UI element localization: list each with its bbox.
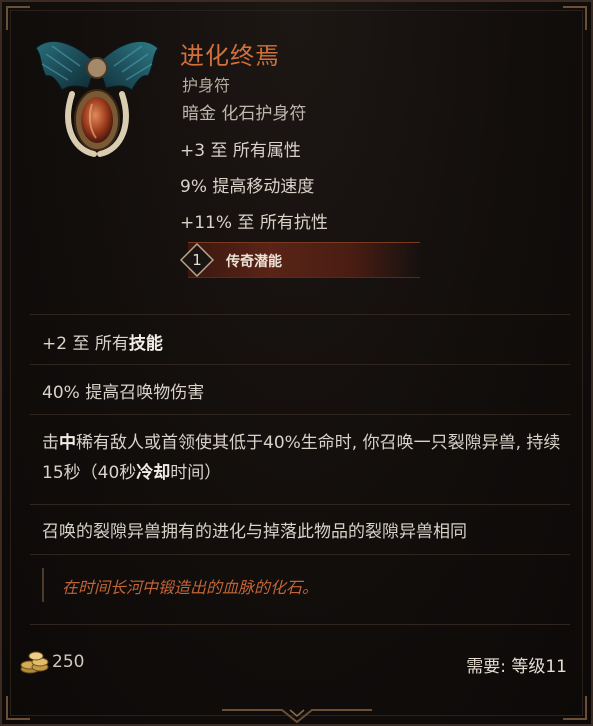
affix-summon-damage: 40% 提高召唤物伤害 [42,383,205,403]
footer-divider [30,624,570,625]
affix-divider [30,554,570,555]
flavor-text: 在时间长河中锻造出的血脉的化石。 [62,578,319,597]
winged-amulet-icon [35,40,159,157]
flavor-text-rule [42,568,44,602]
implicit-stat-attributes: +3 至 所有属性 [180,141,301,161]
implicit-stat-move-speed: 9% 提高移动速度 [180,177,315,197]
gold-value: 250 [52,652,85,672]
affix-divider [30,504,570,505]
affix-proc-keyword-cooldown: 冷却 [136,463,171,483]
frame-corner-top-left [6,6,30,30]
item-rarity: 暗金 化石护身符 [182,104,307,124]
legendary-potential-count: 1 [192,251,202,269]
item-name: 进化终焉 [180,42,280,70]
gold-coins-icon [20,651,49,674]
item-type: 护身符 [182,76,231,95]
affix-summon-proc: 击中稀有敌人或首领使其低于40%生命时, 你召唤一只裂隙异兽, 持续15秒（40… [42,428,562,488]
frame-corner-bottom-right [563,696,587,720]
affix-skills-prefix: +2 至 所有 [42,334,129,354]
frame-corner-top-right [563,6,587,30]
affix-divider [30,364,570,365]
affix-skills-keyword: 技能 [128,334,163,354]
affix-proc-keyword-hit: 中 [59,433,76,453]
affix-skills: +2 至 所有技能 [42,329,163,359]
bottom-frame-ornament [221,709,372,724]
affix-proc-text-c: 稀有敌人或首领使其低于40%生命时, 你召唤一只裂隙异兽, 持续15秒（40秒 [42,433,561,483]
affix-proc-text-a: 击 [42,433,59,453]
affix-divider [30,414,570,415]
section-divider [30,314,570,315]
implicit-stat-resistances: +11% 至 所有抗性 [180,213,328,233]
item-tooltip: 进化终焉 护身符 暗金 化石护身符 +3 至 所有属性 9% 提高移动速度 +1… [0,0,593,726]
level-requirement: 需要: 等级11 [466,657,567,677]
affix-proc-text-e: 时间） [170,463,222,483]
legendary-potential-bar [188,242,420,278]
frame-corner-bottom-left [6,696,30,720]
affix-beast-evolution: 召唤的裂隙异兽拥有的进化与掉落此物品的裂隙异兽相同 [42,522,467,542]
legendary-potential-label: 传奇潜能 [226,254,282,270]
